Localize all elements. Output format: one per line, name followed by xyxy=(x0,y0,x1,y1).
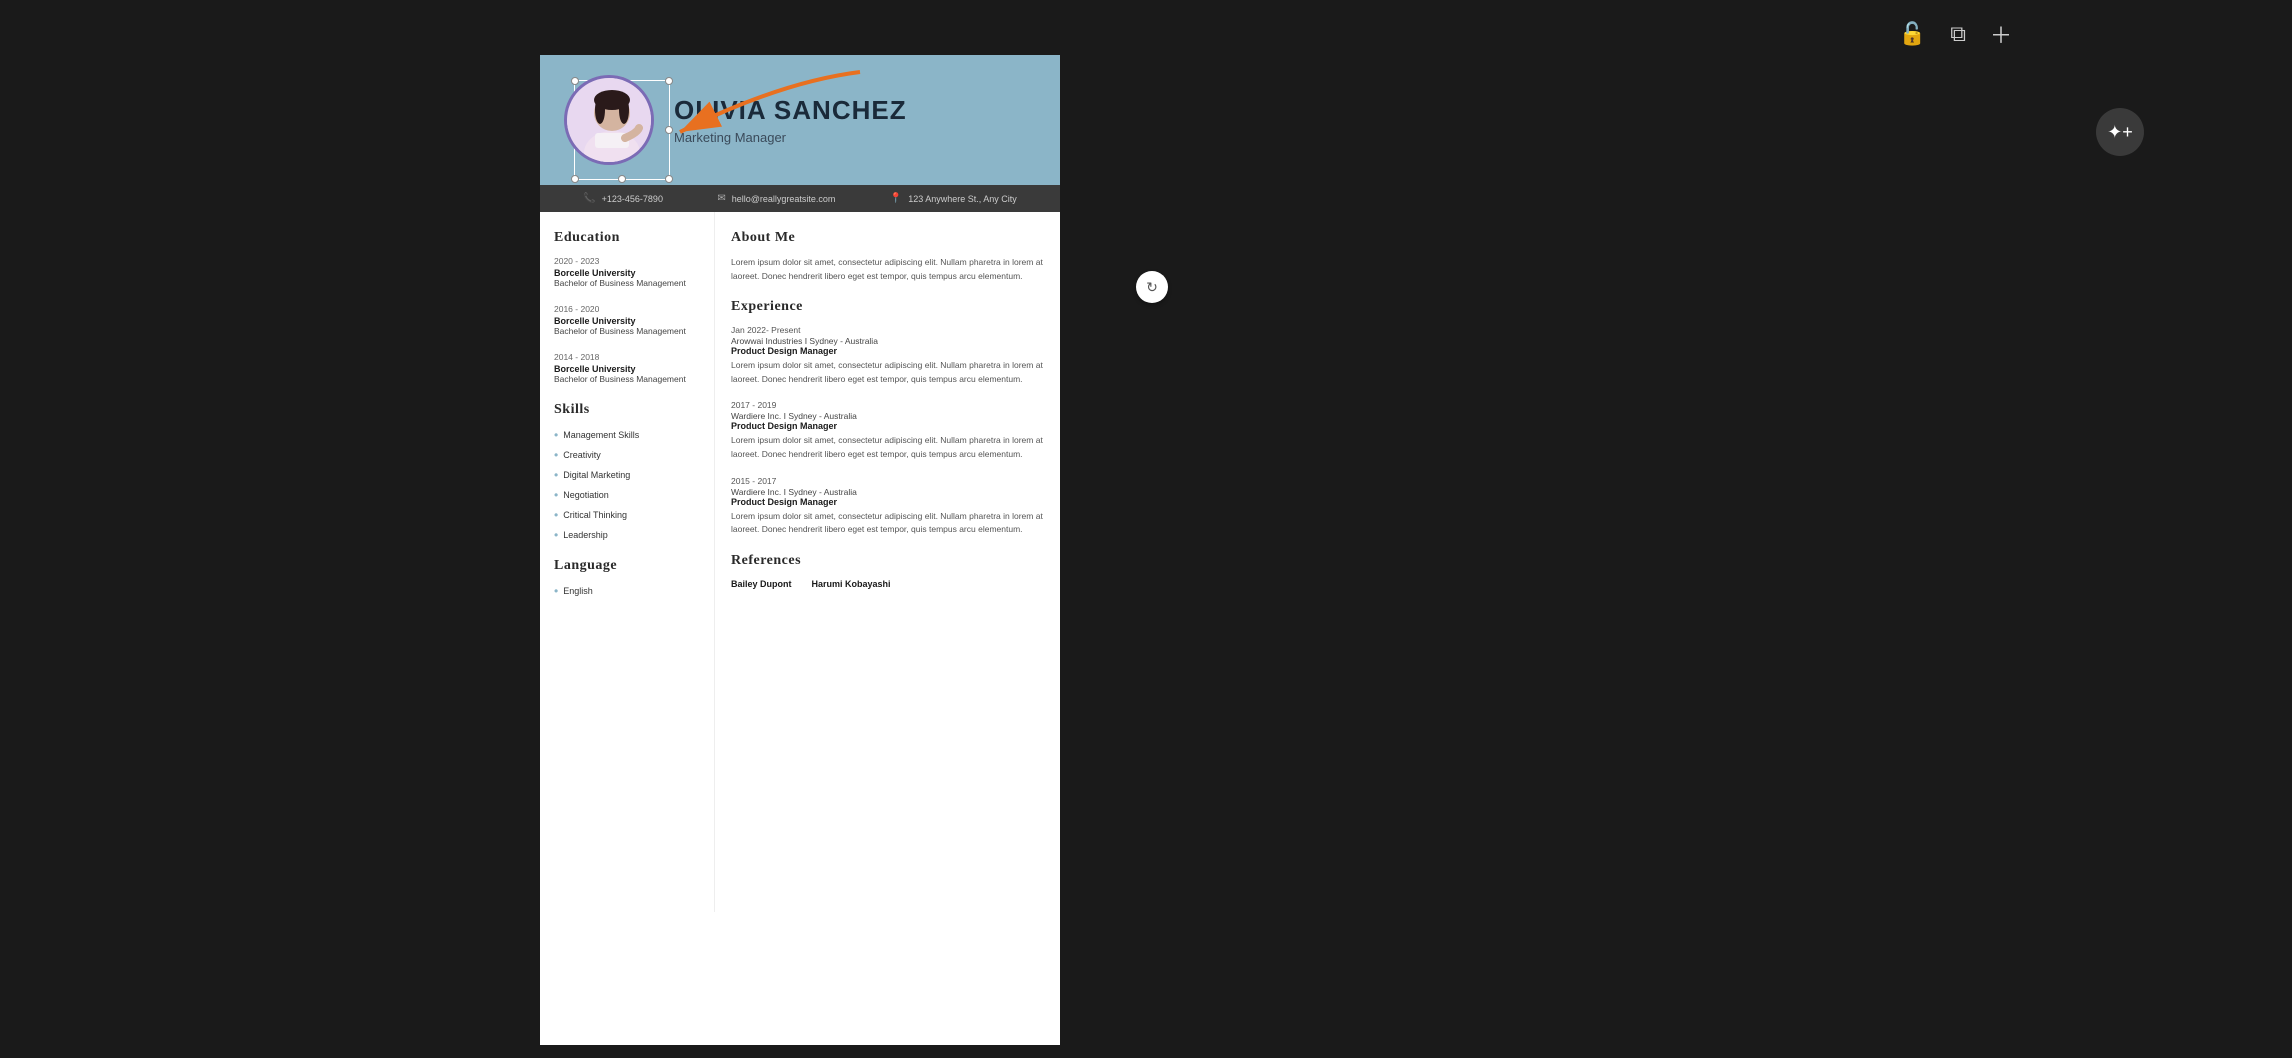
education-section: Education 2020 - 2023 Borcelle Universit… xyxy=(554,230,700,386)
location-icon: 📍 xyxy=(890,193,902,204)
duplicate-icon[interactable]: ⧉ xyxy=(1950,21,1966,47)
about-text: Lorem ipsum dolor sit amet, consectetur … xyxy=(731,256,1044,283)
skill-bullet-2: • xyxy=(554,448,558,462)
fab-icon: ✦+ xyxy=(2107,122,2133,143)
resume-header: OLIVIA SANCHEZ Marketing Manager xyxy=(540,55,1060,185)
handle-tl[interactable] xyxy=(571,77,579,85)
exp-entry-3: 2015 - 2017 Wardiere Inc. I Sydney - Aus… xyxy=(731,476,1044,537)
exp-text-2: Lorem ipsum dolor sit amet, consectetur … xyxy=(731,434,1044,461)
exp-company-3: Wardiere Inc. I Sydney - Australia xyxy=(731,487,1044,497)
exp-role-2: Product Design Manager xyxy=(731,421,1044,431)
handle-bl[interactable] xyxy=(571,175,579,183)
edu-degree-3: Bachelor of Business Management xyxy=(554,374,700,386)
language-title: Language xyxy=(554,558,700,574)
rotate-button[interactable]: ↻ xyxy=(1136,271,1168,303)
skill-label-3: Digital Marketing xyxy=(563,470,630,480)
skill-label-4: Negotiation xyxy=(563,490,609,500)
address-text: 123 Anywhere St., Any City xyxy=(908,194,1017,204)
skill-bullet-1: • xyxy=(554,428,558,442)
candidate-title: Marketing Manager xyxy=(674,130,907,145)
experience-title: Experience xyxy=(731,299,1044,315)
exp-text-3: Lorem ipsum dolor sit amet, consectetur … xyxy=(731,510,1044,537)
handle-br[interactable] xyxy=(665,175,673,183)
edu-year-2: 2016 - 2020 xyxy=(554,304,700,314)
exp-entry-2: 2017 - 2019 Wardiere Inc. I Sydney - Aus… xyxy=(731,400,1044,461)
resume-body: Education 2020 - 2023 Borcelle Universit… xyxy=(540,212,1060,912)
email-icon: ✉ xyxy=(717,193,725,204)
lang-item-1: • English xyxy=(554,584,700,598)
about-section: About Me Lorem ipsum dolor sit amet, con… xyxy=(731,230,1044,283)
edu-entry-3: 2014 - 2018 Borcelle University Bachelor… xyxy=(554,352,700,386)
edu-school-2: Borcelle University xyxy=(554,316,700,326)
resume-page: OLIVIA SANCHEZ Marketing Manager 📞 +123-… xyxy=(540,55,1060,1045)
ref-name-2: Harumi Kobayashi xyxy=(812,579,891,589)
experience-section: Experience Jan 2022- Present Arowwai Ind… xyxy=(731,299,1044,537)
ref-name-1: Bailey Dupont xyxy=(731,579,792,589)
references-title: References xyxy=(731,553,1044,569)
handle-mr[interactable] xyxy=(665,126,673,134)
edu-year-1: 2020 - 2023 xyxy=(554,256,700,266)
references-row: Bailey Dupont Harumi Kobayashi xyxy=(731,579,1044,589)
address-contact: 📍 123 Anywhere St., Any City xyxy=(890,193,1017,204)
edu-school-1: Borcelle University xyxy=(554,268,700,278)
contact-bar: 📞 +123-456-7890 ✉ hello@reallygreatsite.… xyxy=(540,185,1060,212)
language-section: Language • English xyxy=(554,558,700,598)
exp-period-1: Jan 2022- Present xyxy=(731,325,1044,335)
skill-bullet-3: • xyxy=(554,468,558,482)
phone-contact: 📞 +123-456-7890 xyxy=(583,193,663,204)
handle-tr[interactable] xyxy=(665,77,673,85)
skills-title: Skills xyxy=(554,402,700,418)
ref-entry-1: Bailey Dupont xyxy=(731,579,792,589)
lang-label-1: English xyxy=(563,586,593,596)
skill-bullet-4: • xyxy=(554,488,558,502)
skill-bullet-5: • xyxy=(554,508,558,522)
skill-label-6: Leadership xyxy=(563,530,608,540)
header-text-block: OLIVIA SANCHEZ Marketing Manager xyxy=(674,95,907,145)
education-title: Education xyxy=(554,230,700,246)
candidate-name: OLIVIA SANCHEZ xyxy=(674,95,907,126)
skill-item-1: • Management Skills xyxy=(554,428,700,442)
fab-button[interactable]: ✦+ xyxy=(2096,108,2144,156)
skill-item-3: • Digital Marketing xyxy=(554,468,700,482)
ref-entry-2: Harumi Kobayashi xyxy=(812,579,891,589)
top-toolbar: 🔓 ⧉ ＋ xyxy=(1899,18,2012,50)
unlock-icon[interactable]: 🔓 xyxy=(1899,21,1926,47)
edu-entry-1: 2020 - 2023 Borcelle University Bachelor… xyxy=(554,256,700,290)
skill-bullet-6: • xyxy=(554,528,558,542)
right-column: About Me Lorem ipsum dolor sit amet, con… xyxy=(715,212,1060,912)
exp-entry-1: Jan 2022- Present Arowwai Industries I S… xyxy=(731,325,1044,386)
skill-item-6: • Leadership xyxy=(554,528,700,542)
phone-number: +123-456-7890 xyxy=(602,194,663,204)
handle-bm[interactable] xyxy=(618,175,626,183)
exp-period-3: 2015 - 2017 xyxy=(731,476,1044,486)
left-column: Education 2020 - 2023 Borcelle Universit… xyxy=(540,212,715,912)
skill-item-4: • Negotiation xyxy=(554,488,700,502)
skill-label-1: Management Skills xyxy=(563,430,639,440)
edu-degree-1: Bachelor of Business Management xyxy=(554,278,700,290)
skill-item-5: • Critical Thinking xyxy=(554,508,700,522)
skill-label-2: Creativity xyxy=(563,450,601,460)
exp-role-3: Product Design Manager xyxy=(731,497,1044,507)
edu-entry-2: 2016 - 2020 Borcelle University Bachelor… xyxy=(554,304,700,338)
exp-period-2: 2017 - 2019 xyxy=(731,400,1044,410)
about-title: About Me xyxy=(731,230,1044,246)
references-section: References Bailey Dupont Harumi Kobayash… xyxy=(731,553,1044,589)
edu-school-3: Borcelle University xyxy=(554,364,700,374)
skill-label-5: Critical Thinking xyxy=(563,510,627,520)
lang-bullet-1: • xyxy=(554,584,558,598)
edu-year-3: 2014 - 2018 xyxy=(554,352,700,362)
skill-item-2: • Creativity xyxy=(554,448,700,462)
phone-icon: 📞 xyxy=(583,193,595,204)
add-page-icon[interactable]: ＋ xyxy=(1990,18,2012,50)
exp-company-2: Wardiere Inc. I Sydney - Australia xyxy=(731,411,1044,421)
email-address: hello@reallygreatsite.com xyxy=(732,194,836,204)
exp-role-1: Product Design Manager xyxy=(731,346,1044,356)
profile-photo xyxy=(564,75,654,165)
exp-company-1: Arowwai Industries I Sydney - Australia xyxy=(731,336,1044,346)
edu-degree-2: Bachelor of Business Management xyxy=(554,326,700,338)
exp-text-1: Lorem ipsum dolor sit amet, consectetur … xyxy=(731,359,1044,386)
skills-section: Skills • Management Skills • Creativity … xyxy=(554,402,700,542)
email-contact: ✉ hello@reallygreatsite.com xyxy=(717,193,835,204)
